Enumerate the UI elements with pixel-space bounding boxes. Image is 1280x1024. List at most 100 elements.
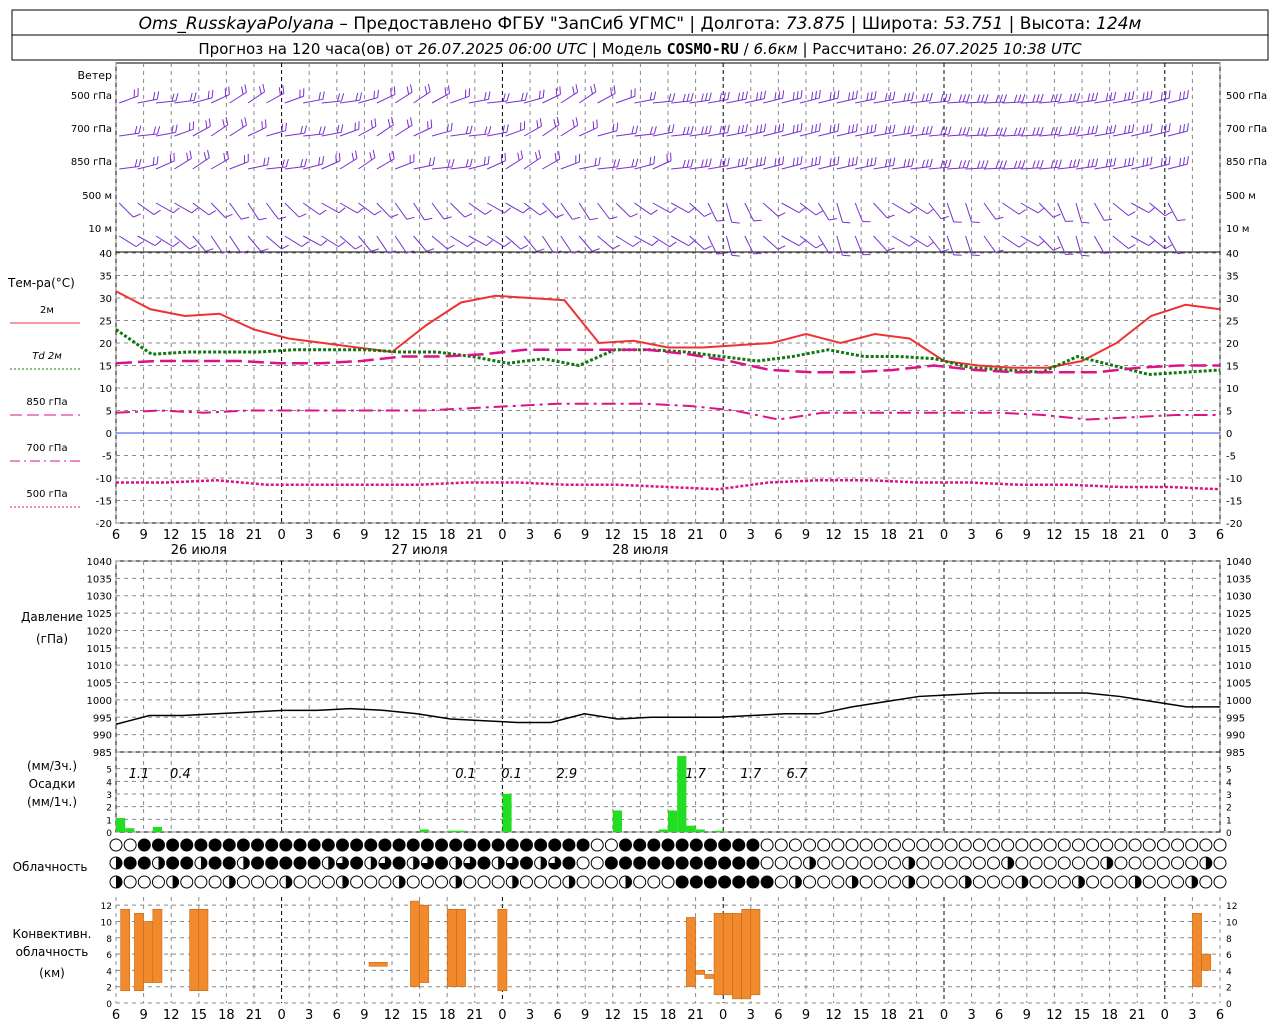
barb-shaft (1002, 101, 1023, 104)
wind-barb (468, 202, 493, 215)
barb-flag (944, 93, 948, 102)
wind-barb (836, 123, 858, 137)
prec-ytick-left: 0 (106, 829, 112, 839)
cloud-circle (604, 875, 618, 889)
temp-hour-tick: 9 (802, 528, 810, 543)
cloud-circle (548, 875, 562, 889)
barb-flag (575, 84, 579, 93)
convective-bar (497, 908, 508, 992)
barb-flag (635, 125, 639, 134)
cloud-symbol (887, 856, 901, 870)
cloud-symbol (590, 875, 604, 889)
wind-barb (266, 235, 289, 250)
cloud-circle (1213, 838, 1227, 852)
barb-shaft (394, 235, 407, 253)
cloud-circle (703, 838, 717, 852)
barb-flag (1186, 156, 1189, 165)
barb-shaft (303, 133, 324, 137)
barb-shaft (744, 202, 755, 222)
barb-flag (686, 126, 690, 135)
barb-flag (1113, 91, 1117, 100)
barb-shaft (781, 235, 800, 247)
wind-barb (266, 122, 287, 137)
cloud-symbol (760, 856, 774, 870)
wind-barb (265, 202, 287, 220)
cloud-half (158, 857, 165, 869)
barb-flag (911, 92, 915, 101)
cloud-circle (661, 875, 675, 889)
cloud-symbol (123, 838, 137, 852)
barb-shaft (339, 202, 358, 214)
barb-flag (207, 149, 210, 158)
wind-title: Ветер (78, 69, 112, 82)
barb-shaft (137, 163, 158, 170)
wind-barb (394, 202, 415, 220)
barb-flag (1168, 90, 1171, 99)
precip-annotation: 1.1 (129, 767, 150, 782)
cloud-circle (251, 875, 265, 889)
barb-flag (373, 90, 376, 99)
conv-hour-tick: 0 (1161, 1008, 1169, 1023)
barb-flag (911, 158, 915, 167)
barb-flag (1036, 160, 1040, 169)
barb-shaft (560, 91, 578, 104)
barb-flag (886, 214, 895, 219)
cloud-symbol (647, 838, 661, 852)
cloud-circle (293, 856, 307, 870)
convective-bar (368, 961, 388, 967)
wind-barb (174, 121, 195, 137)
barb-shaft (541, 235, 554, 253)
conv-ytick-left: 12 (101, 902, 112, 912)
pressure-title: Давление (21, 610, 83, 624)
wind-barb (560, 235, 580, 254)
barb-flag (300, 159, 304, 168)
barb-flag (1021, 160, 1026, 169)
barb-shaft (266, 235, 282, 250)
convective-bar (134, 913, 144, 992)
barb-shaft (174, 99, 195, 104)
cloud-symbol (491, 856, 505, 870)
cloud-circle (746, 838, 760, 852)
barb-flag (1050, 94, 1054, 103)
cloud-symbol (1086, 875, 1100, 889)
cloud-circle (803, 838, 817, 852)
cloud-symbol (293, 856, 307, 870)
barb-flag (1124, 158, 1127, 167)
cloud-symbol (151, 856, 165, 870)
cloud-circle (604, 838, 618, 852)
pres-ytick-left: 1030 (87, 592, 112, 603)
cloud-symbol (321, 875, 335, 889)
barb-flag (650, 209, 658, 215)
barb-flag (688, 207, 696, 214)
convective-bar (1192, 913, 1202, 987)
cloud-symbol (1100, 875, 1114, 889)
barb-flag (778, 124, 781, 133)
wind-barb (578, 202, 598, 221)
barb-shaft (1057, 166, 1078, 170)
barb-flag (999, 160, 1003, 169)
cloud-circle (661, 856, 675, 870)
barb-shaft (505, 157, 523, 170)
barb-flag (224, 88, 227, 97)
cloud-circle (166, 838, 180, 852)
temp-hour-tick: 6 (112, 528, 120, 543)
cloud-symbol (718, 875, 732, 889)
barb-shaft (873, 202, 888, 219)
barb-flag (241, 86, 244, 95)
cloud-circle (236, 875, 250, 889)
barb-flag (341, 93, 345, 102)
prec-ytick-right: 3 (1226, 791, 1232, 801)
barb-flag (355, 150, 358, 159)
cloud-symbol (873, 838, 887, 852)
barb-shaft (799, 235, 817, 249)
wind-barb (247, 156, 270, 170)
cloud-symbol (208, 838, 222, 852)
barb-flag (1164, 157, 1167, 166)
barb-flag (774, 158, 777, 167)
barb-flag (651, 240, 659, 246)
wind-barb (413, 157, 436, 170)
barb-flag (558, 151, 561, 160)
barb-shaft (579, 164, 599, 170)
barb-shaft (818, 130, 838, 137)
barb-flag (322, 156, 325, 165)
